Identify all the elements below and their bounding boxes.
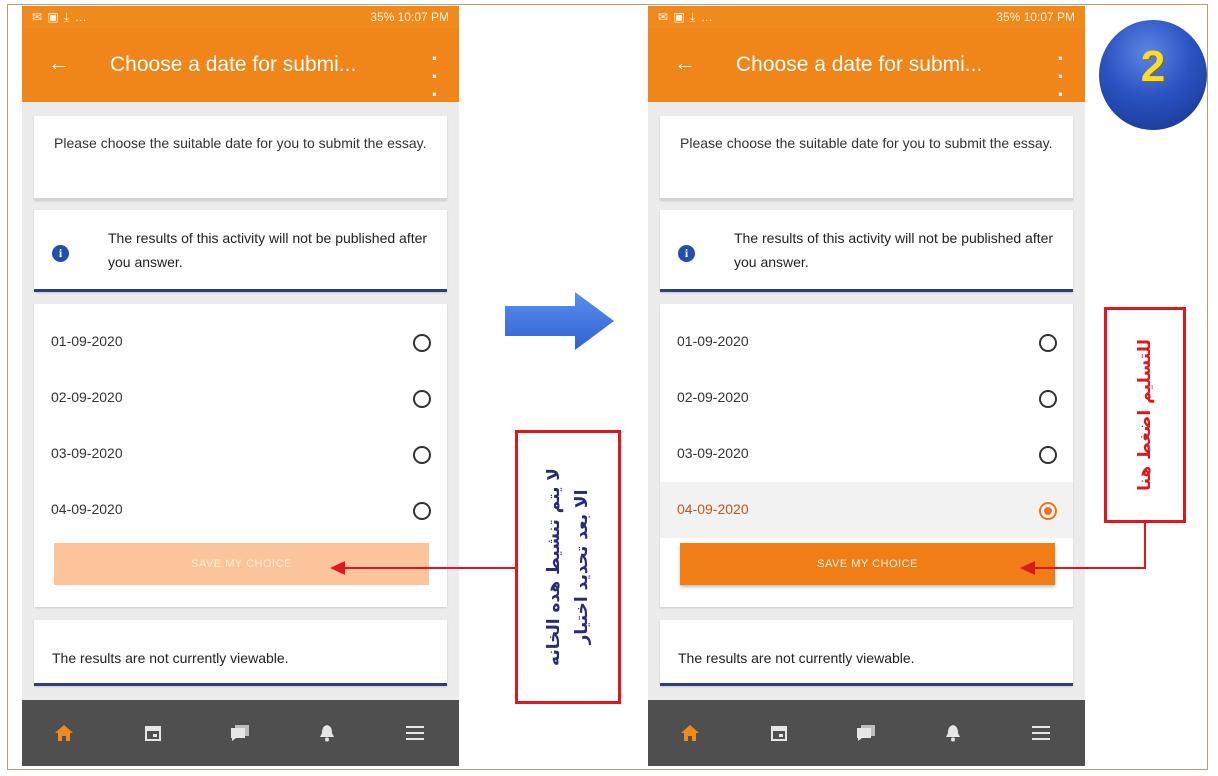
status-right-text: 35% 10:07 PM [996,10,1075,24]
info-card: i The results of this activity will not … [34,210,447,292]
phone-screenshot-after: ✉ ▣ ⤓ … 35% 10:07 PM ← Choose a date for… [648,6,1085,766]
date-option[interactable]: 01-09-2020 [34,314,447,370]
save-choice-button-disabled[interactable]: SAVE MY CHOICE [54,543,429,585]
annotation-text: للتسليم اضغط هنا [1135,339,1155,491]
info-text: The results of this activity will not be… [108,230,428,270]
results-text: The results are not currently viewable. [678,650,915,666]
date-option[interactable]: 02-09-2020 [660,370,1073,426]
status-bar: ✉ ▣ ⤓ … 35% 10:07 PM [648,6,1085,28]
date-option-label: 04-09-2020 [677,501,749,517]
radio-button[interactable] [413,390,431,408]
more-vertical-icon[interactable]: · · · [425,48,445,106]
results-card: The results are not currently viewable. [660,620,1073,686]
more-vertical-icon[interactable]: · · · [1051,48,1071,106]
bell-icon[interactable] [933,700,973,766]
bell-icon[interactable] [307,700,347,766]
date-option-label: 02-09-2020 [677,389,749,405]
date-option-label: 01-09-2020 [51,333,123,349]
menu-icon[interactable] [1021,700,1061,766]
info-icon: i [52,245,69,262]
date-option[interactable]: 01-09-2020 [660,314,1073,370]
intro-card: Please choose the suitable date for you … [660,116,1073,200]
app-bar: ← Choose a date for submi... · · · [22,28,459,106]
arrow-left-icon[interactable]: ← [48,50,70,76]
arrow-left-icon[interactable]: ← [674,50,696,76]
home-icon[interactable] [670,700,710,766]
annotation-box-submit-note: للتسليم اضغط هنا [1104,307,1186,523]
bottom-nav [648,700,1085,766]
results-card: The results are not currently viewable. [34,620,447,686]
date-option[interactable]: 02-09-2020 [34,370,447,426]
page-title: Choose a date for submi... [736,53,983,76]
status-right-text: 35% 10:07 PM [370,10,449,24]
date-option-label: 03-09-2020 [677,445,749,461]
step-number-badge: 2 [1099,20,1207,130]
radio-button[interactable] [413,334,431,352]
radio-button[interactable] [1039,334,1057,352]
radio-button[interactable] [1039,390,1057,408]
intro-text: Please choose the suitable date for you … [680,135,1053,151]
step-number: 2 [1140,42,1166,91]
status-left-icons: ✉ ▣ ⤓ … [32,10,88,24]
radio-button-checked[interactable] [1039,502,1057,520]
annotation-text: لا يتم تنشيط هده الخانه الا بعد تحديد اخ… [544,468,592,666]
date-option-selected[interactable]: 04-09-2020 [660,482,1073,538]
date-option[interactable]: 04-09-2020 [34,482,447,538]
date-option[interactable]: 03-09-2020 [660,426,1073,482]
annotation-box-disabled-note: لا يتم تنشيط هده الخانه الا بعد تحديد اخ… [515,430,621,704]
date-option-label: 02-09-2020 [51,389,123,405]
date-options-card: 01-09-2020 02-09-2020 03-09-2020 04-09-2… [34,304,447,607]
date-option-label: 04-09-2020 [51,501,123,517]
info-icon: i [678,245,695,262]
calendar-icon[interactable] [759,700,799,766]
info-text: The results of this activity will not be… [734,230,1054,270]
app-bar: ← Choose a date for submi... · · · [648,28,1085,106]
results-text: The results are not currently viewable. [52,650,289,666]
radio-button[interactable] [1039,446,1057,464]
messages-icon[interactable] [220,700,260,766]
date-option[interactable]: 03-09-2020 [34,426,447,482]
date-option-label: 01-09-2020 [677,333,749,349]
date-option-label: 03-09-2020 [51,445,123,461]
page-title: Choose a date for submi... [110,53,357,76]
intro-text: Please choose the suitable date for you … [54,135,427,151]
messages-icon[interactable] [846,700,886,766]
radio-button[interactable] [413,446,431,464]
radio-button[interactable] [413,502,431,520]
blue-arrow-right-icon [505,292,614,350]
status-left-icons: ✉ ▣ ⤓ … [658,10,714,24]
intro-card: Please choose the suitable date for you … [34,116,447,200]
menu-icon[interactable] [395,700,435,766]
date-options-card: 01-09-2020 02-09-2020 03-09-2020 04-09-2… [660,304,1073,607]
calendar-icon[interactable] [133,700,173,766]
phone-screenshot-before: ✉ ▣ ⤓ … 35% 10:07 PM ← Choose a date for… [22,6,459,766]
info-card: i The results of this activity will not … [660,210,1073,292]
save-choice-button[interactable]: SAVE MY CHOICE [680,543,1055,585]
home-icon[interactable] [44,700,84,766]
status-bar: ✉ ▣ ⤓ … 35% 10:07 PM [22,6,459,28]
bottom-nav [22,700,459,766]
